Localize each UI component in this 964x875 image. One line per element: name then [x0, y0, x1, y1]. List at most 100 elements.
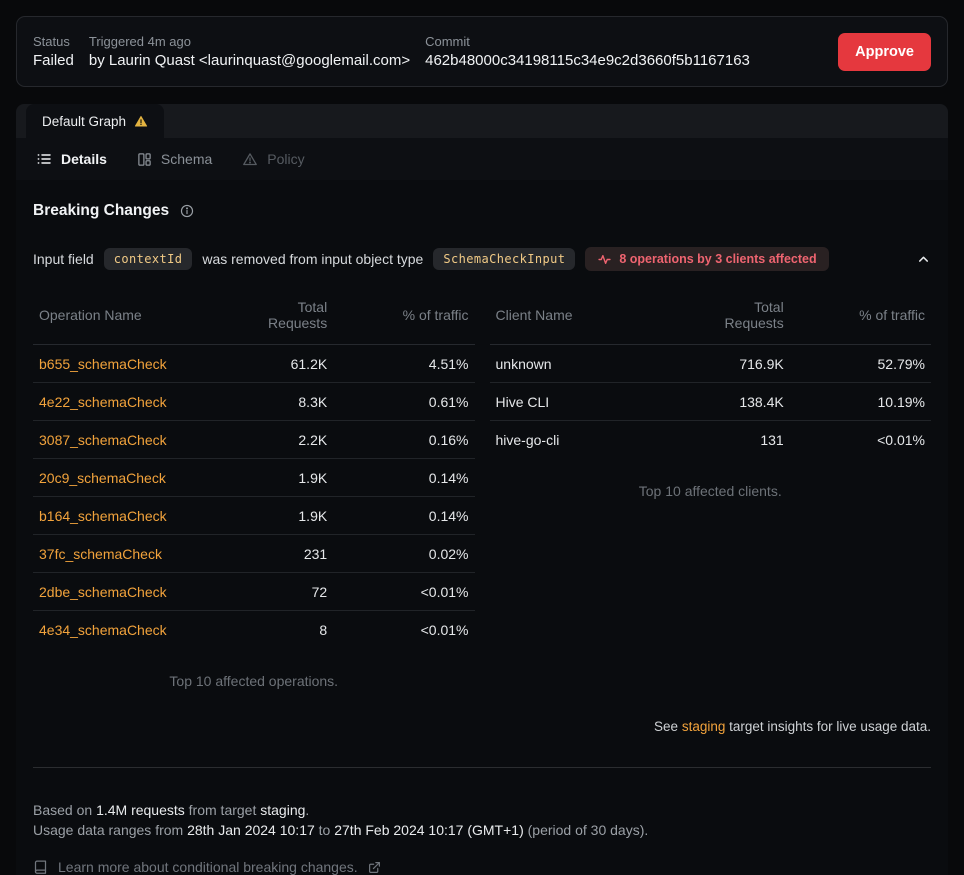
operation-row: 2dbe_schemaCheck 72 <0.01%: [33, 573, 475, 611]
tab-details[interactable]: Details: [36, 151, 107, 167]
tab-schema-label: Schema: [161, 151, 212, 167]
breaking-changes-header: Breaking Changes: [33, 202, 931, 220]
operation-traffic: 0.14%: [333, 497, 474, 535]
operation-link[interactable]: b655_schemaCheck: [39, 356, 167, 372]
field-code-chip: contextId: [104, 248, 193, 270]
operation-link[interactable]: 20c9_schemaCheck: [39, 470, 166, 486]
chevron-up-icon[interactable]: [916, 252, 931, 267]
tab-default-graph[interactable]: Default Graph: [26, 104, 164, 138]
range-start-date: 28th Jan 2024 10:17: [187, 822, 315, 838]
clients-table: Client Name Total Requests % of traffic …: [490, 285, 932, 458]
external-link-icon: [368, 861, 381, 874]
client-traffic: 52.79%: [790, 345, 931, 383]
client-requests: 138.4K: [688, 383, 790, 421]
operation-traffic: <0.01%: [333, 611, 474, 649]
check-panel: Details Schema Policy Breaking Changes: [16, 138, 948, 875]
insights-suffix: target insights for live usage data.: [725, 719, 931, 734]
range-to: to: [315, 822, 334, 838]
operations-header-row: Operation Name Total Requests % of traff…: [33, 285, 475, 345]
book-icon: [33, 859, 48, 875]
commit-group: Commit 462b48000c34198115c34e9c2d3660f5b…: [425, 34, 750, 69]
schema-icon: [137, 152, 152, 167]
operation-traffic: 0.02%: [333, 535, 474, 573]
commit-hash: 462b48000c34198115c34e9c2d3660f5b1167163: [425, 52, 750, 69]
operation-link[interactable]: 4e22_schemaCheck: [39, 394, 167, 410]
operation-link[interactable]: 3087_schemaCheck: [39, 432, 167, 448]
operation-requests: 2.2K: [232, 421, 334, 459]
type-code-chip: SchemaCheckInput: [433, 248, 575, 270]
operation-link[interactable]: 37fc_schemaCheck: [39, 546, 162, 562]
based-prefix: Based on: [33, 802, 96, 818]
status-value: Failed: [33, 52, 74, 69]
operation-row: 4e34_schemaCheck 8 <0.01%: [33, 611, 475, 649]
range-prefix: Usage data ranges from: [33, 822, 187, 838]
approve-button[interactable]: Approve: [838, 33, 931, 71]
affected-badge[interactable]: 8 operations by 3 clients affected: [585, 247, 828, 271]
operation-requests: 8.3K: [232, 383, 334, 421]
requests-count: 1.4M requests: [96, 802, 185, 818]
operation-traffic: 0.14%: [333, 459, 474, 497]
staging-link[interactable]: staging: [682, 719, 726, 734]
based-suffix: .: [305, 802, 309, 818]
commit-label: Commit: [425, 34, 750, 49]
insights-prefix: See: [654, 719, 682, 734]
operations-table: Operation Name Total Requests % of traff…: [33, 285, 475, 648]
operation-traffic: 0.61%: [333, 383, 474, 421]
graph-tabstrip: Default Graph: [16, 104, 948, 138]
operation-link[interactable]: 4e34_schemaCheck: [39, 622, 167, 638]
warning-triangle-icon: [134, 115, 148, 128]
operation-traffic: 0.16%: [333, 421, 474, 459]
usage-range-line: Usage data ranges from 28th Jan 2024 10:…: [33, 820, 931, 840]
operation-row: 3087_schemaCheck 2.2K 0.16%: [33, 421, 475, 459]
operation-requests: 1.9K: [232, 459, 334, 497]
operation-requests: 1.9K: [232, 497, 334, 535]
operation-row: b164_schemaCheck 1.9K 0.14%: [33, 497, 475, 535]
divider: [33, 767, 931, 768]
client-traffic: 10.19%: [790, 383, 931, 421]
client-name: unknown: [490, 345, 689, 383]
tab-policy-label: Policy: [267, 151, 304, 167]
range-suffix: (period of 30 days).: [524, 822, 649, 838]
col-total-requests: Total Requests: [232, 285, 334, 345]
warning-outline-icon: [242, 152, 258, 167]
change-text-prefix: Input field: [33, 251, 94, 267]
graph-tab-label: Default Graph: [42, 114, 126, 129]
operation-traffic: <0.01%: [333, 573, 474, 611]
based-middle: from target: [185, 802, 260, 818]
operation-requests: 231: [232, 535, 334, 573]
client-row: unknown 716.9K 52.79%: [490, 345, 932, 383]
operation-requests: 61.2K: [232, 345, 334, 383]
operation-traffic: 4.51%: [333, 345, 474, 383]
operation-link[interactable]: 2dbe_schemaCheck: [39, 584, 167, 600]
affected-tables: Operation Name Total Requests % of traff…: [33, 285, 931, 689]
client-name: Hive CLI: [490, 383, 689, 421]
status-label: Status: [33, 34, 74, 49]
tab-schema[interactable]: Schema: [137, 151, 212, 167]
operation-row: 37fc_schemaCheck 231 0.02%: [33, 535, 475, 573]
triggered-label: Triggered 4m ago: [89, 34, 410, 49]
client-row: hive-go-cli 131 <0.01%: [490, 421, 932, 459]
client-requests: 716.9K: [688, 345, 790, 383]
clients-header-row: Client Name Total Requests % of traffic: [490, 285, 932, 345]
operation-requests: 72: [232, 573, 334, 611]
insights-note: See staging target insights for live usa…: [33, 719, 931, 734]
info-icon[interactable]: [180, 204, 194, 218]
tab-policy[interactable]: Policy: [242, 151, 304, 167]
breaking-change-row[interactable]: Input field contextId was removed from i…: [33, 247, 931, 271]
operations-caption: Top 10 affected operations.: [33, 673, 475, 689]
operation-link[interactable]: b164_schemaCheck: [39, 508, 167, 524]
breaking-changes-title: Breaking Changes: [33, 202, 169, 220]
learn-more-link[interactable]: Learn more about conditional breaking ch…: [58, 859, 358, 875]
client-name: hive-go-cli: [490, 421, 689, 459]
usage-summary-line: Based on 1.4M requests from target stagi…: [33, 800, 931, 820]
tab-details-label: Details: [61, 151, 107, 167]
operation-requests: 8: [232, 611, 334, 649]
col-total-requests: Total Requests: [688, 285, 790, 345]
affected-badge-label: 8 operations by 3 clients affected: [619, 252, 816, 266]
clients-caption: Top 10 affected clients.: [490, 483, 932, 499]
details-content: Breaking Changes Input field contextId w…: [16, 180, 948, 875]
range-end-date: 27th Feb 2024 10:17 (GMT+1): [334, 822, 524, 838]
col-client-name: Client Name: [490, 285, 689, 345]
col-traffic: % of traffic: [333, 285, 474, 345]
view-tabs: Details Schema Policy: [16, 138, 948, 180]
